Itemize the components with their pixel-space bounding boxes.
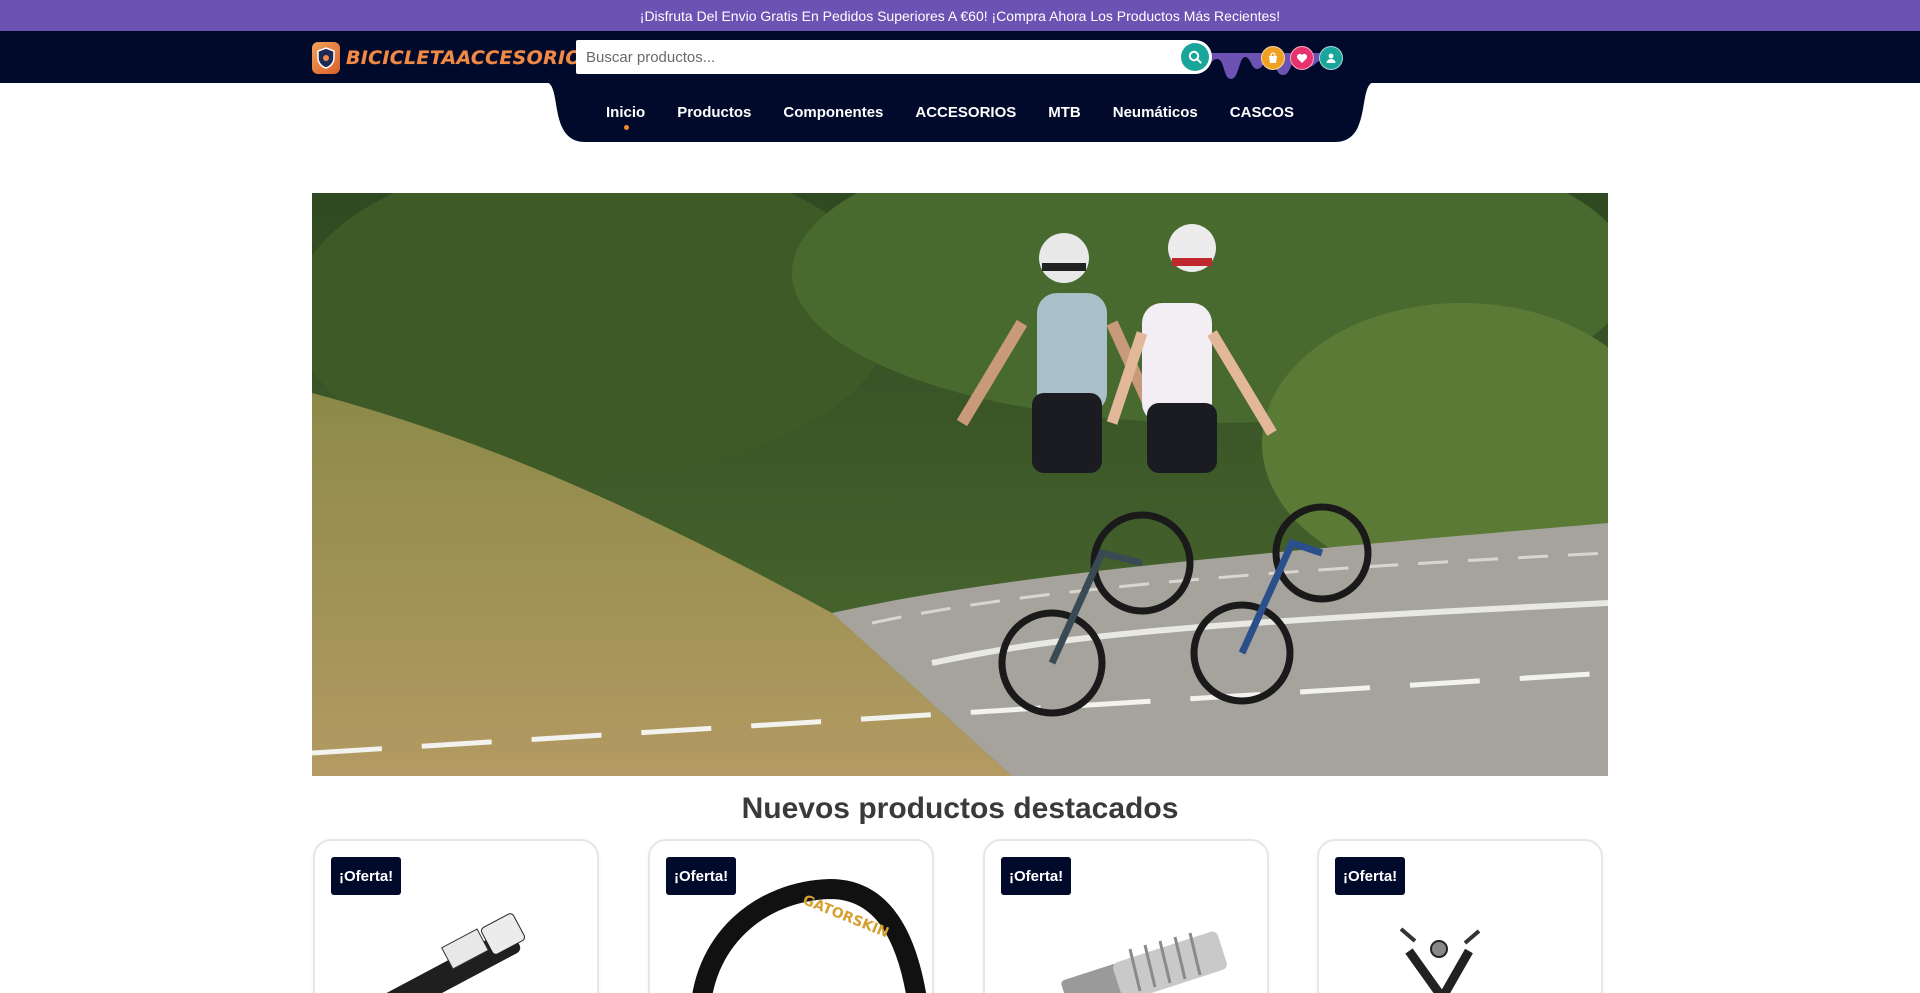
search-bar xyxy=(576,40,1212,74)
cart-button[interactable] xyxy=(1261,46,1285,70)
search-input[interactable] xyxy=(576,40,1166,74)
announcement-text: ¡Disfruta Del Envio Gratis En Pedidos Su… xyxy=(639,7,1281,24)
sale-badge: ¡Oferta! xyxy=(1001,857,1072,895)
user-icon xyxy=(1326,53,1336,63)
product-card[interactable]: ¡Oferta! xyxy=(1317,839,1603,993)
nav-item-inicio[interactable]: Inicio xyxy=(606,104,645,130)
hero-banner[interactable] xyxy=(312,193,1608,776)
wishlist-button[interactable] xyxy=(1290,46,1314,70)
section-title: Nuevos productos destacados xyxy=(741,792,1179,825)
sale-badge: ¡Oferta! xyxy=(666,857,737,895)
brand-logo[interactable]: BICICLETAACCESORIOS xyxy=(312,41,596,75)
nav-menu: Inicio Productos Componentes ACCESORIOS … xyxy=(545,82,1375,142)
sale-badge: ¡Oferta! xyxy=(331,857,402,895)
search-icon xyxy=(1188,50,1202,64)
main-navigation: Inicio Productos Componentes ACCESORIOS … xyxy=(545,82,1375,142)
product-card[interactable]: ¡Oferta! xyxy=(313,839,599,993)
site-header: BICICLETAACCESORIOS xyxy=(0,31,1920,83)
nav-item-mtb[interactable]: MTB xyxy=(1048,104,1081,121)
brand-name: BICICLETAACCESORIOS xyxy=(346,47,596,69)
cart-icon xyxy=(1269,52,1277,63)
account-button[interactable] xyxy=(1319,46,1343,70)
hero-cyclists-image xyxy=(312,193,1608,776)
nav-item-cascos[interactable]: CASCOS xyxy=(1230,104,1294,121)
nav-item-neumaticos[interactable]: Neumáticos xyxy=(1113,104,1198,121)
search-button[interactable] xyxy=(1181,43,1209,71)
announcement-bar: ¡Disfruta Del Envio Gratis En Pedidos Su… xyxy=(0,0,1920,31)
product-card[interactable]: ¡Oferta! xyxy=(983,839,1269,993)
nav-item-accesorios[interactable]: ACCESORIOS xyxy=(915,104,1016,121)
product-card[interactable]: GATORSKIN ¡Oferta! xyxy=(648,839,934,993)
nav-item-productos[interactable]: Productos xyxy=(677,104,751,121)
nav-item-componentes[interactable]: Componentes xyxy=(783,104,883,121)
logo-shield-icon xyxy=(312,42,340,74)
sale-badge: ¡Oferta! xyxy=(1335,857,1406,895)
heart-icon xyxy=(1296,53,1308,63)
